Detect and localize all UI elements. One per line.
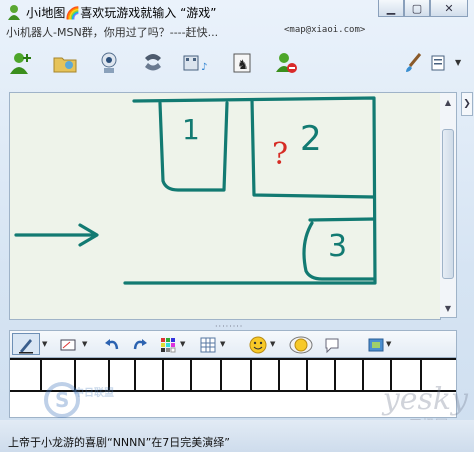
scroll-thumb[interactable] — [442, 129, 454, 279]
maximize-icon: ▢ — [411, 1, 423, 15]
grid-line — [278, 360, 280, 390]
room-2-label: 2 — [300, 119, 322, 159]
chevron-down-icon[interactable]: ▼ — [455, 58, 461, 67]
grid-line — [134, 360, 136, 390]
svg-text:♪: ♪ — [201, 62, 207, 73]
chevron-down-icon[interactable]: ▼ — [82, 340, 87, 348]
question-mark: ? — [272, 137, 289, 172]
bg-icon[interactable] — [366, 335, 386, 355]
emoticon-icon[interactable] — [248, 335, 268, 355]
add-contact-icon[interactable] — [8, 50, 34, 76]
nudge-icon[interactable] — [322, 335, 342, 355]
vertical-scrollbar[interactable]: ▲ ▼ — [440, 92, 457, 318]
close-button[interactable]: ✕ — [430, 0, 468, 17]
chevron-down-icon[interactable]: ▼ — [180, 340, 185, 348]
grid-line — [306, 360, 308, 390]
webcam-icon[interactable] — [96, 50, 122, 76]
block-icon[interactable] — [274, 50, 300, 76]
contact-title: 小i地图🌈喜欢玩游戏就输入 “游戏” — [26, 6, 217, 20]
grid-line — [334, 360, 336, 390]
svg-text:S: S — [55, 388, 69, 412]
grid-line — [220, 360, 222, 390]
share-folder-icon[interactable] — [52, 50, 78, 76]
chevron-down-icon[interactable]: ▼ — [220, 340, 225, 348]
grid-line — [362, 360, 364, 390]
chevron-down-icon[interactable]: ▼ — [386, 340, 391, 348]
chevron-down-icon[interactable]: ▼ — [42, 340, 47, 348]
ink-canvas[interactable]: 1 2 ? 3 — [9, 92, 441, 320]
status-bar: 上帝于小龙游的喜剧“NNNN”在7日完美演绎” — [0, 420, 474, 452]
redo-icon[interactable] — [130, 335, 150, 355]
buddy-icon — [8, 5, 20, 20]
grid-icon[interactable] — [198, 335, 218, 355]
scroll-down-icon[interactable]: ▼ — [441, 301, 455, 315]
grid-line — [162, 360, 164, 390]
chevron-down-icon[interactable]: ▼ — [270, 340, 275, 348]
title-bar: 小i地图🌈喜欢玩游戏就输入 “游戏” 小i机器人-MSN群，你用过了吗？----… — [0, 0, 474, 40]
svg-text:♞: ♞ — [237, 58, 249, 73]
wink-icon[interactable] — [288, 335, 314, 355]
room-3-label: 3 — [328, 229, 348, 264]
games-icon[interactable]: ♞ — [230, 50, 256, 76]
color-grid-icon[interactable] — [158, 335, 178, 355]
handwriting-map — [14, 96, 377, 285]
minimize-button[interactable]: ▁ — [378, 0, 404, 17]
status-message: 上帝于小龙游的喜剧“NNNN”在7日完美演绎” — [8, 436, 231, 449]
conversation-toolbar: ♪ ♞ ▼ — [0, 46, 474, 86]
brush-icon[interactable] — [400, 50, 426, 76]
messenger-window: 小i地图🌈喜欢玩游戏就输入 “游戏” 小i机器人-MSN群，你用过了吗？----… — [0, 0, 474, 452]
window-controls: ▁ ▢ ✕ — [378, 0, 468, 17]
minimize-icon: ▁ — [386, 1, 396, 15]
ink-toolbar: ▼ ▼ ▼ ▼ ▼ ▼ — [9, 330, 457, 358]
phone-icon[interactable] — [140, 50, 166, 76]
scroll-up-icon[interactable]: ▲ — [441, 95, 455, 109]
left-watermark-text: 中日联盟 — [74, 388, 114, 399]
eraser-icon[interactable] — [58, 335, 78, 355]
room-1-label: 1 — [182, 113, 200, 146]
contact-status-message: 小i机器人-MSN群，你用过了吗？----赶快... — [6, 26, 219, 39]
maximize-button[interactable]: ▢ — [404, 0, 430, 17]
expand-panel-icon[interactable]: ❯ — [461, 92, 473, 116]
close-icon: ✕ — [444, 1, 454, 15]
video-icon[interactable]: ♪ — [182, 50, 208, 76]
yesky-watermark: yesky — [382, 382, 468, 417]
pen-icon[interactable] — [16, 335, 36, 355]
menu-icon[interactable] — [428, 50, 454, 76]
grid-line — [190, 360, 192, 390]
contact-email: <map@xiaoi.com> — [284, 25, 366, 35]
undo-icon[interactable] — [102, 335, 122, 355]
grid-line — [250, 360, 252, 390]
